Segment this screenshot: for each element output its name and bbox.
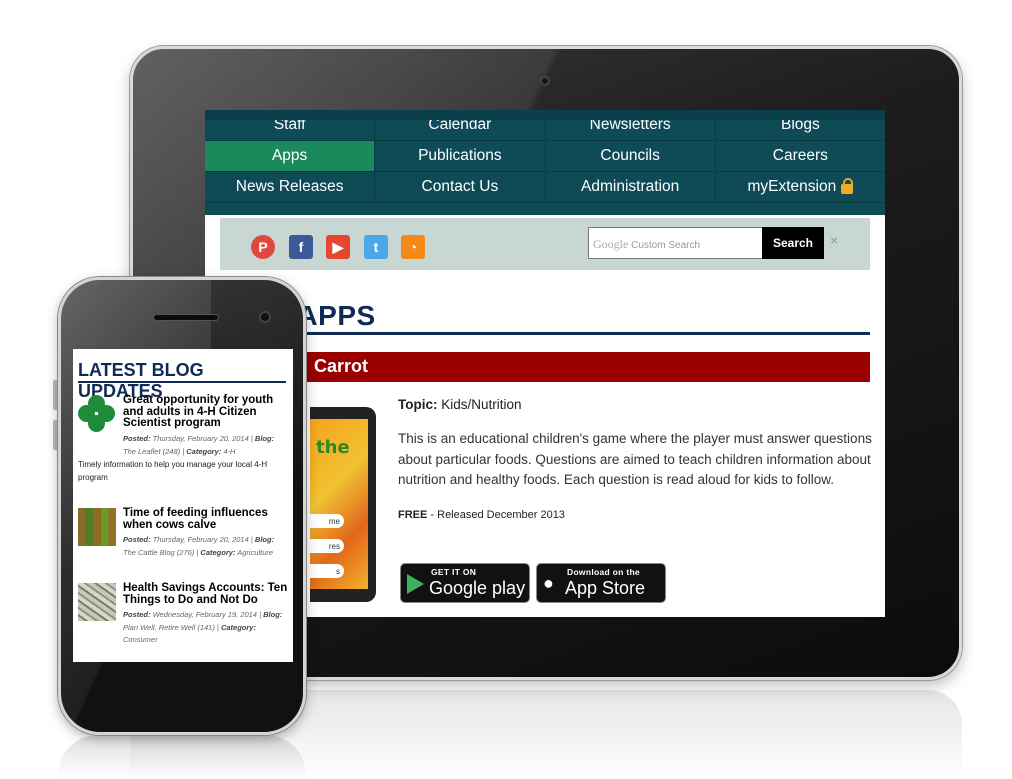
rss-icon[interactable]: ◔: [401, 235, 425, 259]
youtube-icon[interactable]: ▶: [326, 235, 350, 259]
app-topic: Topic: Kids/Nutrition: [398, 397, 522, 412]
app-screenshot-content: the me res s: [310, 419, 368, 589]
nav-item-myextension[interactable]: myExtension: [715, 172, 885, 203]
app-release: FREE - Released December 2013: [398, 508, 565, 521]
tablet-camera: [540, 76, 550, 86]
app-screenshot-text: the: [316, 437, 350, 458]
google-play-icon: [407, 574, 424, 594]
blog-post-excerpt: Timely information to help you manage yo…: [78, 460, 268, 482]
nav-item-news-releases[interactable]: News Releases: [205, 172, 376, 203]
nav-item-publications[interactable]: Publications: [375, 141, 546, 172]
app-title: Carrot: [314, 356, 369, 376]
main-nav: Staff Calendar Newsletters Blogs Apps Pu…: [205, 110, 885, 215]
heading-divider: [220, 332, 870, 335]
phone-screen: LATEST BLOG UPDATES Great opportunity fo…: [73, 349, 293, 662]
blog-post-meta: Posted: Thursday, February 20, 2014 | Bl…: [123, 535, 275, 557]
app-description: This is an educational children's game w…: [398, 431, 872, 487]
nav-item-contact-us[interactable]: Contact Us: [375, 172, 546, 203]
nav-top-strip: [205, 110, 885, 120]
app-store-badge[interactable]: ● Download on the App Store: [536, 563, 666, 603]
twitter-icon[interactable]: t: [364, 235, 388, 259]
money-photo: [78, 583, 116, 621]
phone-speaker: [153, 314, 219, 321]
search-button[interactable]: Search: [762, 227, 824, 259]
nav-item-administration[interactable]: Administration: [545, 172, 716, 203]
app-screenshot-button: me: [310, 514, 344, 528]
app-info: Topic: Kids/Nutrition This is an educati…: [398, 397, 873, 521]
nav-item-myextension-label: myExtension: [747, 178, 837, 195]
blog-heading-rule: [78, 381, 286, 383]
facebook-icon[interactable]: f: [289, 235, 313, 259]
pinterest-icon[interactable]: P: [251, 235, 275, 259]
app-title-bar: Carrot: [220, 352, 870, 382]
clover-icon: [78, 395, 116, 433]
app-screenshot: the me res s: [310, 407, 376, 602]
apple-icon: ●: [543, 573, 554, 593]
app-screenshot-button: res: [310, 539, 344, 553]
phone-reflection: [58, 735, 306, 779]
app-screenshot-button: s: [310, 564, 344, 578]
google-play-badge[interactable]: GET IT ON Google play: [400, 563, 530, 603]
search-input[interactable]: Google Custom Search: [588, 227, 764, 259]
lock-icon: [841, 178, 854, 194]
blog-post-title[interactable]: Great opportunity for youth and adults i…: [123, 394, 289, 430]
nav-row: News Releases Contact Us Administration …: [205, 172, 885, 203]
blog-post-meta: Posted: Wednesday, February 19, 2014 | B…: [123, 610, 283, 644]
clear-search-icon[interactable]: ×: [830, 232, 838, 248]
nav-row: Apps Publications Councils Careers: [205, 141, 885, 172]
nav-item-apps[interactable]: Apps: [205, 141, 376, 172]
nav-item-careers[interactable]: Careers: [715, 141, 885, 172]
social-bar: P f ▶ t ◔ Google Custom Search Search ×: [220, 218, 870, 270]
blog-post-title[interactable]: Time of feeding influences when cows cal…: [123, 507, 289, 531]
tablet-screen: Staff Calendar Newsletters Blogs Apps Pu…: [205, 110, 885, 617]
phone-camera: [259, 311, 271, 323]
field-photo: [78, 508, 116, 546]
store-badges: GET IT ON Google play ● Download on the …: [400, 563, 666, 603]
search-placeholder: Google Custom Search: [593, 237, 701, 251]
blog-post-meta: Posted: Thursday, February 20, 2014 | Bl…: [123, 434, 275, 456]
nav-item-councils[interactable]: Councils: [545, 141, 716, 172]
blog-post-title[interactable]: Health Savings Accounts: Ten Things to D…: [123, 582, 289, 606]
